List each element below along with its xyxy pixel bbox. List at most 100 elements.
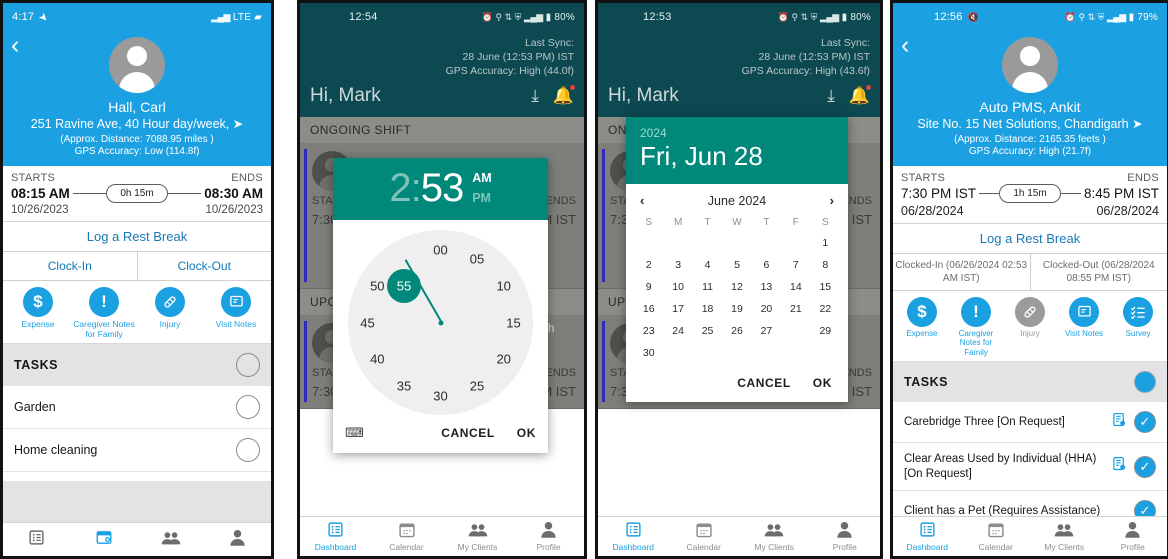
- cancel-button[interactable]: CANCEL: [441, 426, 495, 440]
- calendar-day[interactable]: 15: [811, 276, 840, 298]
- task-row[interactable]: Clear Areas Used by Individual (HHA) [On…: [893, 443, 1167, 492]
- bottom-nav-my-clients[interactable]: My Clients: [442, 522, 513, 552]
- calendar-day[interactable]: 22: [811, 298, 840, 320]
- task-checkbox[interactable]: ✓: [1134, 411, 1156, 434]
- tasks-select-all-toggle[interactable]: [1134, 371, 1156, 394]
- clock-number[interactable]: 10: [496, 279, 510, 294]
- task-row[interactable]: Home cleaning: [3, 429, 271, 472]
- bottom-nav-profile[interactable]: Profile: [513, 521, 584, 552]
- back-chevron-icon[interactable]: ‹: [11, 33, 19, 58]
- clock-face[interactable]: 55 00 05 10 15 20 25 30 35 40 45 50: [348, 230, 533, 415]
- clock-number[interactable]: 30: [433, 388, 447, 403]
- time-picker-minute[interactable]: 53: [421, 166, 464, 210]
- calendar-day[interactable]: 25: [693, 320, 722, 342]
- ok-button[interactable]: OK: [517, 426, 536, 440]
- log-rest-break-button[interactable]: Log a Rest Break: [3, 221, 271, 252]
- calendar-day[interactable]: 10: [663, 276, 692, 298]
- calendar-day[interactable]: 21: [781, 298, 810, 320]
- shift-start-date[interactable]: 06/28/2024: [901, 204, 964, 218]
- bottom-nav-calendar[interactable]: Calendar: [371, 522, 442, 552]
- clock-number[interactable]: 00: [433, 242, 447, 257]
- clock-number[interactable]: 35: [397, 378, 411, 393]
- back-chevron-icon[interactable]: ‹: [901, 33, 909, 58]
- bottom-nav-dashboard[interactable]: Dashboard: [598, 521, 669, 552]
- action-caregiver-notes[interactable]: ! Caregiver Notes for Family: [949, 296, 1003, 358]
- bottom-nav-my-clients[interactable]: My Clients: [739, 522, 810, 552]
- ok-button[interactable]: OK: [813, 376, 832, 390]
- calendar-day[interactable]: 29: [811, 320, 840, 342]
- bottom-nav-calendar[interactable]: [70, 529, 137, 550]
- calendar-day[interactable]: 1: [811, 232, 840, 254]
- clock-number[interactable]: 05: [470, 252, 484, 267]
- clock-number[interactable]: 40: [370, 352, 384, 367]
- calendar-day[interactable]: 8: [811, 254, 840, 276]
- send-arrow-icon[interactable]: ➤: [233, 117, 243, 133]
- calendar-day[interactable]: 27: [752, 320, 781, 342]
- calendar-day[interactable]: 6: [752, 254, 781, 276]
- download-icon[interactable]: ⤓: [531, 86, 539, 106]
- send-arrow-icon[interactable]: ➤: [1132, 117, 1142, 133]
- calendar-day[interactable]: 16: [634, 298, 663, 320]
- shift-end-date[interactable]: 10/26/2023: [205, 204, 263, 216]
- chevron-right-icon[interactable]: ›: [830, 193, 834, 208]
- calendar-day[interactable]: 13: [752, 276, 781, 298]
- chevron-left-icon[interactable]: ‹: [640, 193, 644, 208]
- calendar-day[interactable]: 20: [752, 298, 781, 320]
- calendar-day[interactable]: 30: [634, 342, 663, 364]
- action-injury[interactable]: Injury: [1003, 296, 1057, 358]
- shift-end-time[interactable]: 08:30 AM: [204, 186, 263, 201]
- bottom-nav-calendar[interactable]: Calendar: [669, 522, 740, 552]
- calendar-day[interactable]: 24: [663, 320, 692, 342]
- keyboard-icon[interactable]: ⌨: [345, 425, 364, 441]
- date-picker-year[interactable]: 2024: [640, 126, 834, 140]
- task-note-icon[interactable]: [1112, 412, 1127, 433]
- am-button[interactable]: AM: [472, 168, 491, 188]
- clock-number[interactable]: 45: [360, 315, 374, 330]
- shift-end-time[interactable]: 8:45 PM IST: [1084, 186, 1159, 201]
- tasks-select-all-toggle[interactable]: [236, 353, 260, 377]
- bottom-nav-dashboard[interactable]: [3, 529, 70, 550]
- bell-icon[interactable]: 🔔: [849, 84, 872, 106]
- bottom-nav-profile[interactable]: [204, 529, 271, 550]
- bottom-nav-profile[interactable]: Profile: [810, 521, 881, 552]
- action-injury[interactable]: Injury: [137, 286, 203, 339]
- clock-out-button[interactable]: Clock-Out: [136, 251, 272, 280]
- calendar-day[interactable]: 23: [634, 320, 663, 342]
- pm-button[interactable]: PM: [472, 188, 491, 208]
- clock-number[interactable]: 15: [506, 315, 520, 330]
- calendar-day[interactable]: 7: [781, 254, 810, 276]
- action-caregiver-notes[interactable]: ! Caregiver Notes for Family: [71, 286, 137, 339]
- calendar-day[interactable]: 4: [693, 254, 722, 276]
- bottom-nav-my-clients[interactable]: My Clients: [1030, 522, 1099, 552]
- task-checkbox[interactable]: [236, 395, 260, 419]
- clock-number[interactable]: 50: [370, 279, 384, 294]
- bottom-nav-my-clients[interactable]: [137, 530, 204, 550]
- calendar-day[interactable]: 18: [693, 298, 722, 320]
- calendar-day[interactable]: 11: [693, 276, 722, 298]
- shift-end-date[interactable]: 06/28/2024: [1096, 204, 1159, 218]
- calendar-day[interactable]: 9: [634, 276, 663, 298]
- action-survey[interactable]: Survey: [1111, 296, 1165, 358]
- task-row[interactable]: Carebridge Three [On Request] ✓: [893, 402, 1167, 444]
- calendar-day[interactable]: 12: [722, 276, 751, 298]
- time-picker-hour[interactable]: 2: [389, 166, 411, 210]
- task-note-icon[interactable]: [1112, 456, 1127, 477]
- action-visit-notes[interactable]: Visit Notes: [1057, 296, 1111, 358]
- bottom-nav-dashboard[interactable]: Dashboard: [300, 521, 371, 552]
- shift-start-date[interactable]: 10/26/2023: [11, 204, 69, 216]
- bottom-nav-dashboard[interactable]: Dashboard: [893, 521, 962, 552]
- calendar-day[interactable]: 19: [722, 298, 751, 320]
- bottom-nav-profile[interactable]: Profile: [1099, 521, 1168, 552]
- clock-in-button[interactable]: Clock-In: [3, 252, 137, 280]
- calendar-day[interactable]: 5: [722, 254, 751, 276]
- date-picker-dialog[interactable]: 2024 Fri, Jun 28 ‹ June 2024 › S M T W T…: [626, 117, 848, 402]
- bottom-nav-calendar[interactable]: Calendar: [962, 522, 1031, 552]
- calendar-day[interactable]: 17: [663, 298, 692, 320]
- action-expense[interactable]: $ Expense: [895, 296, 949, 358]
- task-row[interactable]: Garden: [3, 386, 271, 429]
- time-picker-dialog[interactable]: 2:53 AM PM 55 00 05 10 15 20 25 30 35 40…: [333, 158, 548, 453]
- clock-number[interactable]: 20: [496, 352, 510, 367]
- calendar-day[interactable]: 26: [722, 320, 751, 342]
- download-icon[interactable]: ⤓: [827, 86, 835, 106]
- calendar-day[interactable]: 14: [781, 276, 810, 298]
